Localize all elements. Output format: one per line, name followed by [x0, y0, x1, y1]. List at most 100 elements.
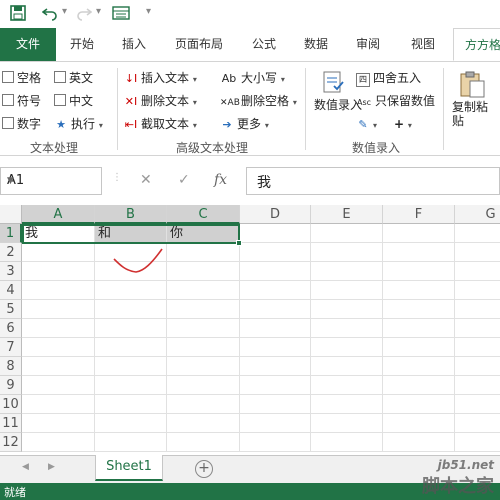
- column-header-d[interactable]: D: [240, 205, 311, 224]
- cell-a11[interactable]: [22, 414, 95, 433]
- round-button[interactable]: 四四舍五入: [356, 68, 421, 88]
- name-box[interactable]: A1 ▼: [0, 167, 102, 195]
- cell-f12[interactable]: [383, 433, 455, 452]
- cell-f5[interactable]: [383, 300, 455, 319]
- cell-c6[interactable]: [167, 319, 240, 338]
- scroll-right-icon[interactable]: ▶: [48, 462, 55, 472]
- column-header-c[interactable]: C: [167, 205, 240, 224]
- cell-d8[interactable]: [240, 357, 311, 376]
- cell-a5[interactable]: [22, 300, 95, 319]
- cell-e2[interactable]: [311, 243, 383, 262]
- cell-b11[interactable]: [95, 414, 167, 433]
- cell-c12[interactable]: [167, 433, 240, 452]
- cell-g6[interactable]: [455, 319, 500, 338]
- edit-dropdown-button[interactable]: ✎ ▾: [356, 114, 377, 134]
- chinese-checkbox[interactable]: 中文: [54, 91, 93, 111]
- row-header-8[interactable]: 8: [0, 357, 22, 376]
- tab-fangfangge[interactable]: 方方格: [453, 28, 500, 61]
- cell-d2[interactable]: [240, 243, 311, 262]
- cell-g3[interactable]: [455, 262, 500, 281]
- redo-icon[interactable]: [76, 5, 93, 23]
- cell-b9[interactable]: [95, 376, 167, 395]
- cell-f10[interactable]: [383, 395, 455, 414]
- undo-icon[interactable]: [41, 5, 58, 23]
- cell-d12[interactable]: [240, 433, 311, 452]
- tab-data[interactable]: 数据: [294, 28, 338, 61]
- form-icon[interactable]: [112, 5, 130, 23]
- cell-g9[interactable]: [455, 376, 500, 395]
- row-header-5[interactable]: 5: [0, 300, 22, 319]
- cell-a9[interactable]: [22, 376, 95, 395]
- cell-f6[interactable]: [383, 319, 455, 338]
- add-sheet-icon[interactable]: +: [195, 460, 213, 478]
- cell-d7[interactable]: [240, 338, 311, 357]
- cell-a4[interactable]: [22, 281, 95, 300]
- column-header-a[interactable]: A: [22, 205, 95, 224]
- cell-d5[interactable]: [240, 300, 311, 319]
- cell-a6[interactable]: [22, 319, 95, 338]
- cell-g2[interactable]: [455, 243, 500, 262]
- cell-f1[interactable]: [383, 224, 455, 243]
- cell-a3[interactable]: [22, 262, 95, 281]
- tab-home[interactable]: 开始: [60, 28, 104, 61]
- cell-d10[interactable]: [240, 395, 311, 414]
- cell-b7[interactable]: [95, 338, 167, 357]
- cell-c10[interactable]: [167, 395, 240, 414]
- more-button[interactable]: ➔ 更多 ▾: [220, 114, 268, 134]
- cell-b5[interactable]: [95, 300, 167, 319]
- cell-d11[interactable]: [240, 414, 311, 433]
- add-dropdown-button[interactable]: + ▾: [394, 114, 412, 134]
- cell-c5[interactable]: [167, 300, 240, 319]
- cell-c4[interactable]: [167, 281, 240, 300]
- cell-b12[interactable]: [95, 433, 167, 452]
- cell-f2[interactable]: [383, 243, 455, 262]
- save-icon[interactable]: [10, 5, 26, 23]
- cell-c3[interactable]: [167, 262, 240, 281]
- column-header-f[interactable]: F: [383, 205, 455, 224]
- cell-g10[interactable]: [455, 395, 500, 414]
- cell-e1[interactable]: [311, 224, 383, 243]
- cell-e3[interactable]: [311, 262, 383, 281]
- formula-input[interactable]: 我: [246, 167, 500, 195]
- cell-e12[interactable]: [311, 433, 383, 452]
- delete-text-button[interactable]: ✕I 删除文本 ▾: [124, 91, 197, 111]
- cell-b6[interactable]: [95, 319, 167, 338]
- cell-f3[interactable]: [383, 262, 455, 281]
- cell-c11[interactable]: [167, 414, 240, 433]
- cell-g11[interactable]: [455, 414, 500, 433]
- cell-a12[interactable]: [22, 433, 95, 452]
- cell-f7[interactable]: [383, 338, 455, 357]
- delete-space-button[interactable]: ✕AB删除空格 ▾: [220, 91, 297, 111]
- execute-button[interactable]: ★ 执行 ▾: [54, 114, 103, 134]
- row-header-10[interactable]: 10: [0, 395, 22, 414]
- scroll-left-icon[interactable]: ◀: [22, 462, 29, 472]
- cell-f4[interactable]: [383, 281, 455, 300]
- cell-e6[interactable]: [311, 319, 383, 338]
- row-header-2[interactable]: 2: [0, 243, 22, 262]
- cancel-icon[interactable]: ✕: [140, 172, 152, 188]
- cell-e8[interactable]: [311, 357, 383, 376]
- number-checkbox[interactable]: 数字: [2, 114, 41, 134]
- cell-f11[interactable]: [383, 414, 455, 433]
- select-all-corner[interactable]: [0, 205, 22, 224]
- tab-page-layout[interactable]: 页面布局: [164, 28, 234, 61]
- cell-g8[interactable]: [455, 357, 500, 376]
- redo-dropdown-icon[interactable]: ▾: [96, 6, 101, 17]
- cell-d1[interactable]: [240, 224, 311, 243]
- cell-e11[interactable]: [311, 414, 383, 433]
- row-header-3[interactable]: 3: [0, 262, 22, 281]
- cell-e7[interactable]: [311, 338, 383, 357]
- fill-handle[interactable]: [236, 240, 242, 246]
- insert-function-icon[interactable]: fx: [214, 172, 227, 188]
- row-header-9[interactable]: 9: [0, 376, 22, 395]
- cell-d6[interactable]: [240, 319, 311, 338]
- cell-b8[interactable]: [95, 357, 167, 376]
- cell-g1[interactable]: [455, 224, 500, 243]
- insert-text-button[interactable]: ↓I 插入文本 ▾: [124, 68, 197, 88]
- cell-g4[interactable]: [455, 281, 500, 300]
- row-header-11[interactable]: 11: [0, 414, 22, 433]
- cell-g5[interactable]: [455, 300, 500, 319]
- cell-a8[interactable]: [22, 357, 95, 376]
- cell-a7[interactable]: [22, 338, 95, 357]
- tab-review[interactable]: 审阅: [346, 28, 390, 61]
